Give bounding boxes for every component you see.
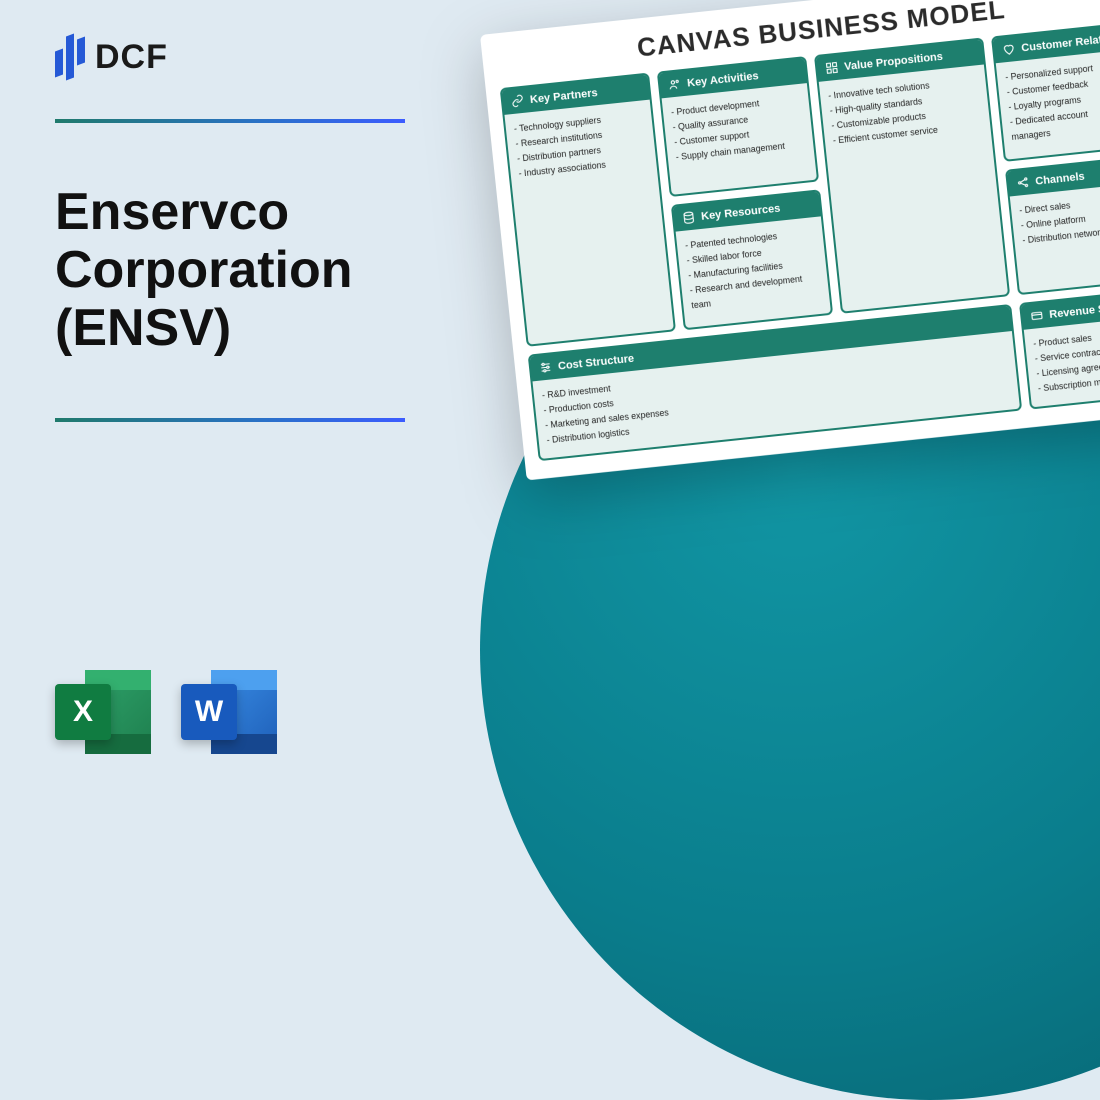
block-key-resources: Key Resources Patented technologiesSkill…	[671, 189, 833, 330]
people-icon	[668, 77, 682, 91]
block-label: Key Resources	[701, 202, 781, 222]
block-items: Product developmentQuality assuranceCust…	[662, 83, 815, 176]
canvas-grid: Key Partners Technology suppliersResearc…	[500, 20, 1100, 461]
block-items: Technology suppliersResearch institution…	[504, 100, 673, 345]
canvas-card: CANVAS BUSINESS MODEL Key Partners Techn…	[480, 0, 1100, 480]
divider-top	[55, 119, 405, 123]
heart-icon	[1002, 42, 1016, 56]
block-key-partners: Key Partners Technology suppliersResearc…	[500, 73, 676, 347]
block-channels: Channels Direct salesOnline platformDist…	[1005, 156, 1100, 295]
grid-icon	[825, 61, 839, 75]
block-label: Revenue Streams	[1049, 299, 1100, 321]
block-label: Channels	[1035, 170, 1085, 187]
excel-icon: X	[55, 664, 151, 760]
brand-logo: DCF	[55, 35, 475, 79]
block-items: Product salesService contractsLicensing …	[1024, 317, 1100, 408]
block-label: Cost Structure	[557, 352, 634, 372]
block-key-activities: Key Activities Product developmentQualit…	[657, 56, 819, 197]
left-column: DCF Enservco Corporation (ENSV)	[55, 35, 475, 422]
brand-logo-text: DCF	[95, 38, 168, 77]
block-items: Direct salesOnline platformDistribution …	[1010, 183, 1100, 259]
block-revenue-streams: Revenue Streams Product salesService con…	[1019, 290, 1100, 410]
block-items: Innovative tech solutionsHigh-quality st…	[819, 64, 1008, 311]
block-label: Customer Relationships	[1021, 29, 1100, 54]
block-label: Value Propositions	[844, 50, 944, 72]
divider-bottom	[55, 418, 405, 422]
database-icon	[682, 211, 696, 225]
block-value-propositions: Value Propositions Innovative tech solut…	[814, 37, 1010, 313]
brand-logo-icon	[55, 35, 85, 79]
share-icon	[1016, 175, 1030, 189]
block-label: Key Partners	[529, 87, 598, 106]
sliders-icon	[538, 360, 552, 374]
block-items: Patented technologiesSkilled labor force…	[676, 216, 831, 324]
link-icon	[510, 94, 524, 108]
block-items: Personalized supportCustomer feedbackLoy…	[996, 50, 1100, 155]
card-icon	[1030, 309, 1044, 323]
app-icons-row: X W	[55, 664, 277, 760]
word-icon: W	[181, 664, 277, 760]
block-customer-relationships: Customer Relationships Personalized supp…	[991, 23, 1100, 162]
page-title: Enservco Corporation (ENSV)	[55, 183, 475, 358]
block-label: Key Activities	[687, 70, 760, 89]
